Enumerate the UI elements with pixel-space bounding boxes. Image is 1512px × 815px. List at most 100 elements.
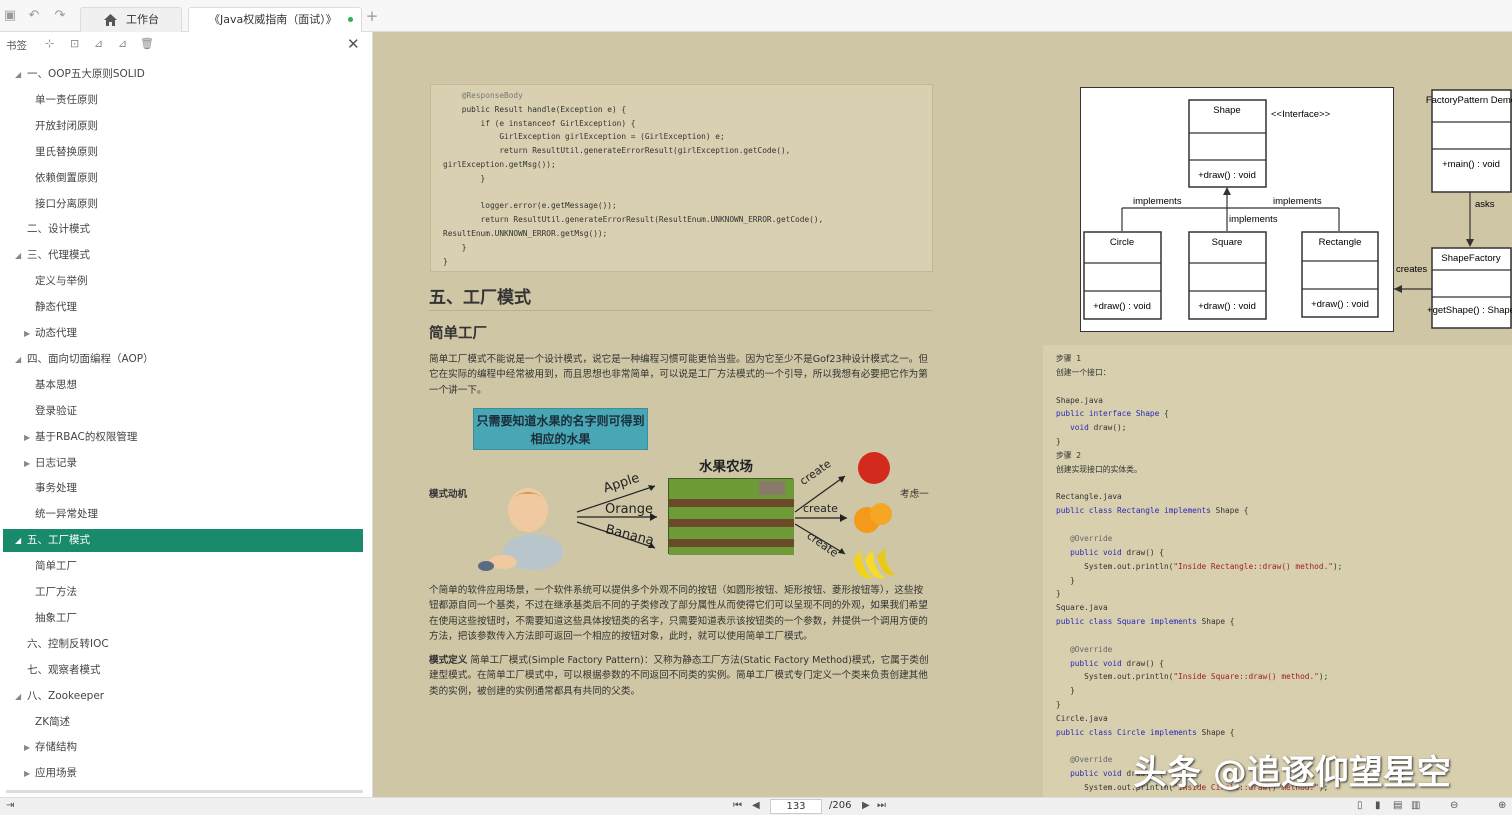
sidebar-item[interactable]: ◢ 五、工厂模式 bbox=[3, 529, 363, 553]
sidebar-item[interactable]: ▶ 日志记录 bbox=[3, 452, 363, 475]
zoom-out-icon[interactable]: ⊖ bbox=[1450, 800, 1458, 811]
page-number-input[interactable]: 133 bbox=[770, 799, 822, 814]
sidebar-item[interactable]: 依赖倒置原则 bbox=[3, 167, 363, 190]
collapse-arrow-icon[interactable]: ◢ bbox=[15, 685, 21, 708]
sidebar-item[interactable]: 工厂方法 bbox=[3, 581, 363, 604]
code-block-exception-handler: @ResponseBody public Result handle(Excep… bbox=[430, 84, 933, 272]
sidebar-item-label: 动态代理 bbox=[35, 327, 77, 339]
definition-text: 简单工厂模式(Simple Factory Pattern)：又称为静态工厂方法… bbox=[429, 655, 929, 697]
sidebar-item-label: 八、Zookeeper bbox=[27, 689, 105, 702]
book-view-icon[interactable]: ▥ bbox=[1411, 800, 1420, 811]
uml-circle-method: +draw() : void bbox=[1093, 301, 1151, 312]
first-page-icon[interactable]: ⏮ bbox=[733, 800, 742, 811]
undo-icon[interactable]: ↶ bbox=[27, 9, 41, 23]
override-annotation: @Override bbox=[1070, 533, 1113, 543]
continuous-view-icon[interactable]: ▤ bbox=[1393, 800, 1402, 811]
uml-circle-title: Circle bbox=[1110, 237, 1134, 248]
sidebar-item[interactable]: 二、设计模式 bbox=[3, 218, 363, 241]
sidebar-scrollbar[interactable] bbox=[6, 790, 363, 793]
sidebar-item[interactable]: 接口分离原则 bbox=[3, 193, 363, 216]
add-bookmark-icon[interactable]: ⊿ bbox=[94, 37, 103, 50]
string-rect: "Inside Rectangle::draw() method." bbox=[1173, 561, 1333, 571]
expand-arrow-icon[interactable]: ▶ bbox=[24, 736, 30, 759]
expand-arrow-icon[interactable]: ▶ bbox=[24, 426, 30, 449]
sidebar-item[interactable]: 七、观察者模式 bbox=[3, 659, 363, 682]
sidebar-item[interactable]: ◢ 四、面向切面编程（AOP） bbox=[3, 348, 363, 371]
sidebar-item[interactable]: ◢ 三、代理模式 bbox=[3, 244, 363, 267]
expand-arrow-icon[interactable]: ▶ bbox=[24, 452, 30, 475]
sidebar-item-label: 事务处理 bbox=[35, 482, 77, 495]
sidebar-item-label: 五、工厂模式 bbox=[27, 534, 90, 547]
sidebar-item[interactable]: 抽象工厂 bbox=[3, 607, 363, 630]
sidebar-item[interactable]: 事务处理 bbox=[3, 477, 363, 500]
sidebar-item[interactable]: ▶ 存储结构 bbox=[3, 736, 363, 759]
save-icon[interactable]: ▣ bbox=[3, 9, 17, 23]
sidebar-item[interactable]: 六、控制反转IOC bbox=[3, 633, 363, 656]
next-page-icon[interactable]: ▶ bbox=[862, 800, 870, 811]
single-page-view-icon[interactable]: ▯ bbox=[1357, 800, 1363, 811]
document-viewer: @ResponseBody public Result handle(Excep… bbox=[373, 32, 1512, 797]
code-line: logger.error(e.getMessage()); bbox=[443, 201, 617, 211]
delete-icon[interactable]: 🗑 bbox=[140, 37, 154, 50]
sidebar-item[interactable]: 单一责任原则 bbox=[3, 89, 363, 112]
sidebar-item[interactable]: 基本思想 bbox=[3, 374, 363, 397]
step-2-desc: 创建实现接口的实体类。 bbox=[1056, 464, 1142, 474]
sidebar-item-label: 三、代理模式 bbox=[27, 249, 90, 262]
code-line: return ResultUtil.generateErrorResult(Re… bbox=[443, 215, 824, 225]
collapse-arrow-icon[interactable]: ◢ bbox=[15, 63, 21, 86]
sidebar-toggle-icon[interactable]: ⇥ bbox=[6, 800, 14, 811]
uml-square-method: +draw() : void bbox=[1198, 301, 1256, 312]
top-toolbar: ▣ ↶ ↷ 工作台 《Java权威指南（面试）》 + bbox=[0, 0, 1512, 32]
uml-square-title: Square bbox=[1212, 237, 1243, 248]
close-icon[interactable]: ✕ bbox=[347, 35, 360, 53]
sidebar-item[interactable]: 里氏替换原则 bbox=[3, 141, 363, 164]
tab-home-label: 工作台 bbox=[126, 13, 159, 26]
sidebar-item-label: 开放封闭原则 bbox=[35, 119, 98, 132]
sidebar-item[interactable]: 简单工厂 bbox=[3, 555, 363, 578]
sidebar-item[interactable]: ▶ 动态代理 bbox=[3, 322, 363, 345]
sidebar-item[interactable]: ▶ 基于RBAC的权限管理 bbox=[3, 426, 363, 449]
sidebar-item[interactable]: 登录验证 bbox=[3, 400, 363, 423]
code-line: if (e instanceof GirlException) { bbox=[443, 118, 636, 128]
bookmark-icon[interactable]: ⊿ bbox=[118, 37, 127, 50]
fruit-banner: 只需要知道水果的名字则可得到相应的水果 bbox=[473, 408, 648, 450]
collapse-all-icon[interactable]: ⊡ bbox=[70, 37, 79, 50]
zoom-in-icon[interactable]: ⊕ bbox=[1498, 800, 1506, 811]
redo-icon[interactable]: ↷ bbox=[53, 9, 67, 23]
sidebar-item[interactable]: 统一异常处理 bbox=[3, 503, 363, 526]
total-pages: /206 bbox=[829, 800, 852, 811]
sidebar-item[interactable]: ◢ 一、OOP五大原则SOLID bbox=[3, 63, 363, 86]
new-tab-icon[interactable]: + bbox=[365, 9, 379, 24]
sidebar-item[interactable]: 定义与举例 bbox=[3, 270, 363, 293]
last-page-icon[interactable]: ⏭ bbox=[877, 800, 886, 811]
sidebar-item[interactable]: 开放封闭原则 bbox=[3, 115, 363, 138]
expand-arrow-icon[interactable]: ▶ bbox=[24, 322, 30, 345]
code-line: return ResultUtil.generateErrorResult(gi… bbox=[443, 146, 791, 156]
file-rectangle-java: Rectangle.java bbox=[1056, 492, 1122, 502]
expand-all-icon[interactable]: ⊹ bbox=[45, 37, 54, 50]
collapse-arrow-icon[interactable]: ◢ bbox=[15, 244, 21, 267]
sidebar-item[interactable]: ▶ 应用场景 bbox=[3, 762, 363, 785]
two-page-view-icon[interactable]: ▮ bbox=[1375, 800, 1381, 811]
uml-interface-label: <<Interface>> bbox=[1271, 109, 1331, 120]
sidebar-item[interactable]: ZK简述 bbox=[3, 711, 363, 734]
collapse-arrow-icon[interactable]: ◢ bbox=[15, 529, 21, 552]
collapse-arrow-icon[interactable]: ◢ bbox=[15, 348, 21, 371]
expand-arrow-icon[interactable]: ▶ bbox=[24, 762, 30, 785]
divider bbox=[429, 310, 932, 311]
tab-home[interactable]: 工作台 bbox=[80, 7, 182, 32]
sidebar-item-label: ZK简述 bbox=[35, 715, 71, 728]
file-circle-java: Circle.java bbox=[1056, 713, 1108, 723]
sidebar-item[interactable]: 静态代理 bbox=[3, 296, 363, 319]
tab-document[interactable]: 《Java权威指南（面试）》 bbox=[188, 7, 362, 32]
sidebar-item[interactable]: ◢ 八、Zookeeper bbox=[3, 685, 363, 708]
prev-page-icon[interactable]: ◀ bbox=[752, 800, 760, 811]
uml-rectangle-title: Rectangle bbox=[1319, 237, 1362, 248]
code-line: GirlException girlException = (GirlExcep… bbox=[443, 132, 725, 142]
step-1-desc: 创建一个接口： bbox=[1056, 367, 1111, 377]
step-1-label: 步骤 1 bbox=[1056, 354, 1081, 363]
sidebar-item-label: 简单工厂 bbox=[35, 560, 77, 573]
sidebar-item-label: 一、OOP五大原则SOLID bbox=[27, 68, 145, 80]
code-line: } bbox=[443, 173, 486, 183]
bookmark-sidebar: 书签 ⊹ ⊡ ⊿ ⊿ 🗑 ✕ ◢ 一、OOP五大原则SOLID 单一责任原则 开放封闭… bbox=[0, 32, 373, 797]
